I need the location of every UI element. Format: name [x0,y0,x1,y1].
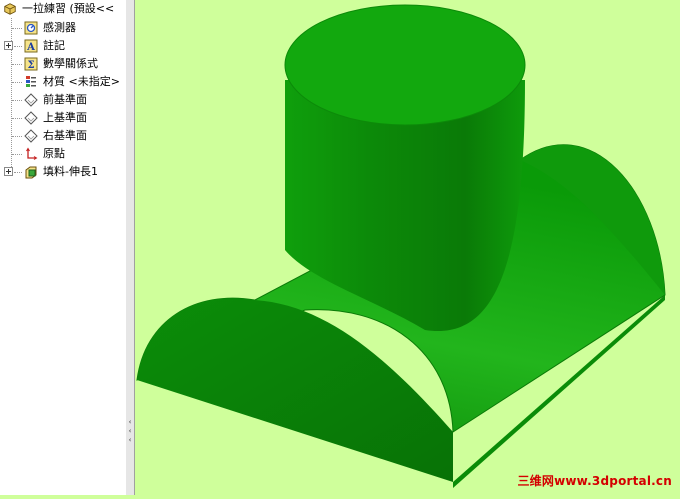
tree-item-label: 數學關係式 [43,57,98,70]
collapse-chevron-icon: ‹ [128,418,132,426]
expand-toggle[interactable] [4,167,13,176]
tree-item-sensors[interactable]: 感測器 [0,19,126,37]
part-name: 一拉練習 (預設<< [22,2,115,15]
tree-branch [14,46,22,47]
tree-item-label: 材質 <未指定> [43,75,120,88]
tree-branch [14,172,22,173]
tree-branch [12,136,22,137]
tree-item-label: 原點 [43,147,65,160]
tree-item-label: 右基準面 [43,129,87,142]
sensor-icon [24,21,38,35]
tree-branch [12,82,22,83]
tree-root-part[interactable]: 一拉練習 (預設<< [0,0,126,18]
plane-icon [24,111,38,125]
tree-item-front-plane[interactable]: 前基準面 [0,91,126,109]
graphics-viewport[interactable]: 三维网www.3dportal.cn [135,0,680,495]
origin-icon [26,147,38,160]
tree-item-equations[interactable]: Σ 數學關係式 [0,55,126,73]
tree-item-origin[interactable]: 原點 [0,145,126,163]
tree-branch [12,28,22,29]
svg-text:Σ: Σ [27,60,34,71]
material-icon [26,76,36,87]
svg-text:A: A [26,42,35,53]
feature-manager-tree: 一拉練習 (預設<< 感測器 A 註記 Σ 數學關係式 材質 <未指定> 前基準… [0,0,127,495]
plane-icon [24,129,38,143]
tree-item-label: 填料-伸長1 [43,165,98,178]
tree-item-extrude[interactable]: 填料-伸長1 [0,163,126,181]
equation-icon: Σ [24,57,38,71]
tree-item-label: 感測器 [43,21,76,34]
tree-item-label: 註記 [43,39,65,52]
tree-item-material[interactable]: 材質 <未指定> [0,73,126,91]
annotation-icon: A [24,39,38,53]
tree-branch [12,154,22,155]
extrude-icon [25,166,37,179]
tree-branch [12,64,22,65]
part-icon [4,3,16,15]
tree-item-annotations[interactable]: A 註記 [0,37,126,55]
tree-branch [12,118,22,119]
tree-item-right-plane[interactable]: 右基準面 [0,127,126,145]
watermark-text: 三维网www.3dportal.cn [517,474,672,488]
3d-model-render[interactable] [135,0,680,495]
tree-item-label: 前基準面 [43,93,87,106]
vertical-cylinder-top [284,4,526,126]
collapse-chevron-icon: ‹ [128,427,132,435]
collapse-handle[interactable]: ‹ ‹ ‹ [127,418,133,446]
tree-item-label: 上基準面 [43,111,87,124]
tree-branch [12,100,22,101]
expand-toggle[interactable] [4,41,13,50]
collapse-chevron-icon: ‹ [128,436,132,444]
plane-icon [24,93,38,107]
tree-item-top-plane[interactable]: 上基準面 [0,109,126,127]
panel-splitter[interactable]: ‹ ‹ ‹ [126,0,135,495]
